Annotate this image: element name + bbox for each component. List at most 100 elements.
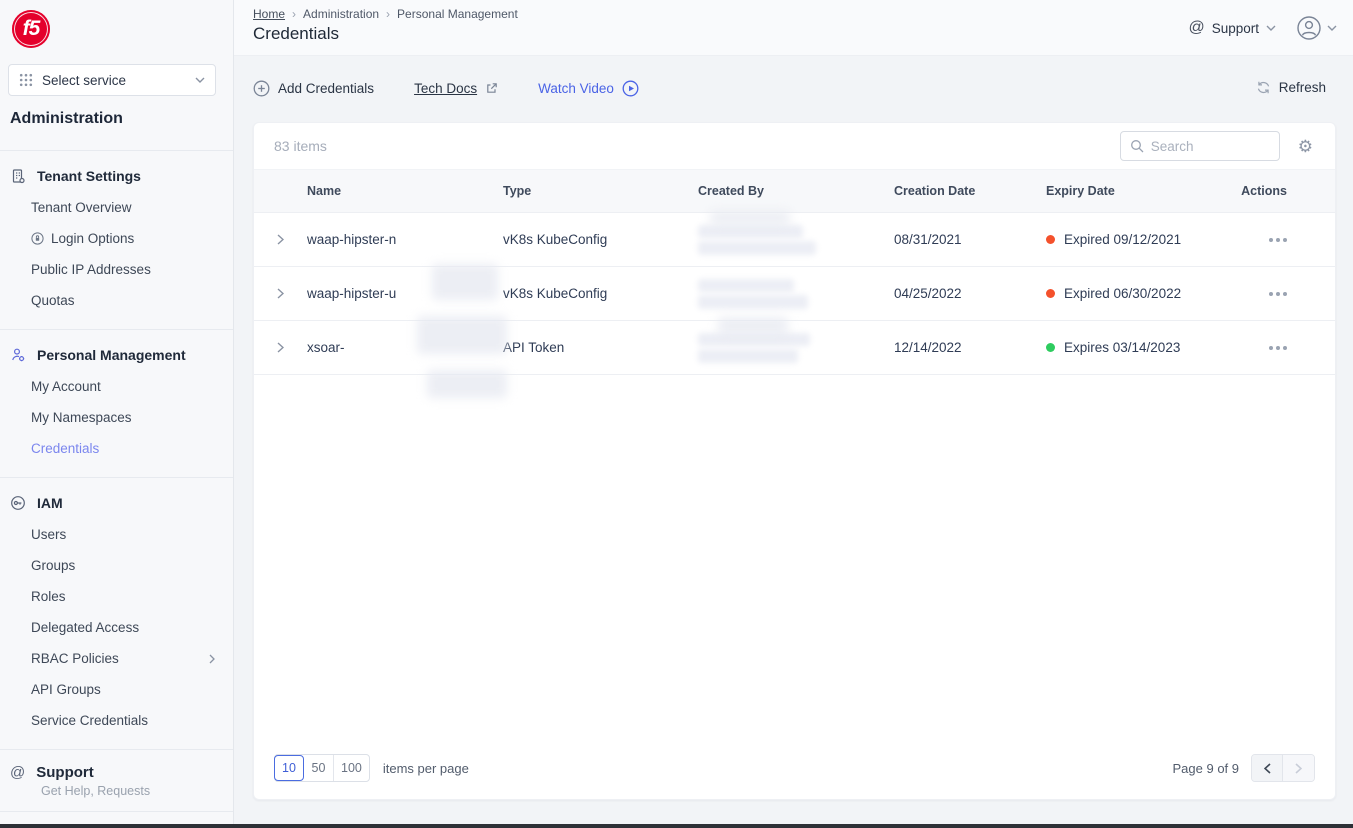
row-expand-chevron-icon[interactable] — [254, 342, 307, 353]
column-header-creation-date[interactable]: Creation Date — [894, 184, 1046, 198]
sidebar-item-rbac-policies[interactable]: RBAC Policies — [0, 643, 233, 674]
page-size-100-button[interactable]: 100 — [334, 755, 369, 781]
table-row: waap-hipster-u vK8s KubeConfig 04/25/202… — [254, 267, 1335, 354]
chevron-down-icon — [195, 77, 205, 83]
row-actions-ellipsis-icon[interactable] — [1267, 288, 1289, 300]
search-icon — [1130, 139, 1144, 153]
expiry-cell: Expires 03/14/2023 — [1046, 340, 1192, 355]
sidebar-support[interactable]: @ Support Get Help, Requests — [0, 749, 233, 812]
external-link-icon — [485, 82, 498, 95]
sidebar-item-label: Tenant Overview — [31, 200, 132, 215]
sidebar-heading-iam[interactable]: IAM — [0, 491, 233, 519]
sidebar-item-credentials[interactable]: Credentials — [0, 433, 233, 464]
table-row: xsoar- API Token 12/14/2022 Expires 03/1… — [254, 321, 1335, 398]
support-menu[interactable]: @ Support — [1188, 20, 1276, 36]
panel-toolbar: 83 items ⚙ — [254, 123, 1335, 169]
sidebar-section-personal-management: Personal Management My Account My Namesp… — [0, 329, 233, 477]
redacted-overlay — [710, 210, 790, 225]
chevron-down-icon — [1327, 25, 1337, 31]
sidebar-item-label: Credentials — [31, 441, 100, 456]
top-header: Home › Administration › Personal Managem… — [234, 0, 1353, 56]
support-menu-label: Support — [1211, 20, 1259, 36]
gear-icon[interactable]: ⚙ — [1298, 138, 1313, 155]
sidebar-item-tenant-overview[interactable]: Tenant Overview — [0, 192, 233, 223]
credential-type: API Token — [503, 340, 565, 355]
sidebar-item-label: My Account — [31, 379, 101, 394]
credential-name: waap-hipster-n — [307, 232, 397, 247]
row-actions-ellipsis-icon[interactable] — [1267, 342, 1289, 354]
service-selector[interactable]: Select service — [8, 64, 216, 96]
redacted-created-by — [698, 294, 808, 309]
redacted-created-by — [698, 240, 816, 255]
add-credentials-label: Add Credentials — [278, 81, 375, 96]
sidebar-item-service-credentials[interactable]: Service Credentials — [0, 705, 233, 736]
breadcrumb-home-link[interactable]: Home — [253, 7, 285, 21]
search-input[interactable] — [1150, 138, 1261, 154]
created-by-cell — [698, 210, 894, 255]
credential-name: xsoar- — [307, 340, 345, 355]
sidebar-item-roles[interactable]: Roles — [0, 581, 233, 612]
creation-date: 12/14/2022 — [894, 340, 962, 355]
expiry-cell: Expired 06/30/2022 — [1046, 286, 1192, 301]
page-size-50-button[interactable]: 50 — [304, 755, 334, 781]
pager — [1251, 754, 1315, 782]
sidebar-item-label: Public IP Addresses — [31, 262, 151, 277]
actions-cell — [1192, 234, 1335, 246]
sidebar-item-label: Login Options — [51, 231, 135, 246]
expiry-text: Expires 03/14/2023 — [1064, 340, 1181, 355]
column-header-expiry-date[interactable]: Expiry Date — [1046, 184, 1192, 198]
sidebar-item-label: RBAC Policies — [31, 651, 119, 666]
sidebar-item-my-account[interactable]: My Account — [0, 371, 233, 402]
next-page-button[interactable] — [1283, 755, 1314, 781]
sidebar-item-groups[interactable]: Groups — [0, 550, 233, 581]
creation-date: 04/25/2022 — [894, 286, 962, 301]
add-credentials-button[interactable]: Add Credentials — [253, 80, 374, 97]
sidebar-heading-label: Tenant Settings — [37, 168, 141, 184]
sidebar: f5 Select service Administration Tenant … — [0, 0, 234, 828]
row-expand-chevron-icon[interactable] — [254, 234, 307, 245]
sidebar-item-delegated-access[interactable]: Delegated Access — [0, 612, 233, 643]
page-title: Credentials — [253, 24, 339, 43]
account-menu[interactable] — [1296, 15, 1337, 41]
creation-date: 08/31/2021 — [894, 232, 962, 247]
sidebar-item-label: Roles — [31, 589, 66, 604]
sidebar-item-my-namespaces[interactable]: My Namespaces — [0, 402, 233, 433]
column-header-created-by[interactable]: Created By — [698, 184, 894, 198]
tech-docs-link[interactable]: Tech Docs — [414, 81, 498, 96]
page-size-group: 10 50 100 — [274, 754, 370, 782]
watch-video-label: Watch Video — [538, 81, 614, 96]
sidebar-item-label: Users — [31, 527, 67, 542]
sidebar-item-label: Groups — [31, 558, 76, 573]
sidebar-heading-label: Personal Management — [37, 347, 186, 363]
sidebar-heading-personal-management[interactable]: Personal Management — [0, 343, 233, 371]
page-size-10-button[interactable]: 10 — [274, 755, 304, 781]
column-header-name[interactable]: Name — [307, 184, 503, 198]
sidebar-item-public-ip-addresses[interactable]: Public IP Addresses — [0, 254, 233, 285]
credential-name-cell: xsoar- — [307, 340, 507, 398]
column-header-type[interactable]: Type — [503, 184, 698, 198]
tech-docs-label: Tech Docs — [414, 81, 478, 96]
table-row: waap-hipster-n vK8s KubeConfig 08/31/202… — [254, 210, 1335, 300]
previous-page-button[interactable] — [1252, 755, 1283, 781]
row-expand-chevron-icon[interactable] — [254, 288, 307, 299]
row-actions-ellipsis-icon[interactable] — [1267, 234, 1289, 246]
watch-video-link[interactable]: Watch Video — [538, 80, 639, 97]
items-count: 83 items — [274, 138, 327, 154]
plus-circle-icon — [253, 80, 270, 97]
sidebar-item-users[interactable]: Users — [0, 519, 233, 550]
redacted-created-by — [698, 224, 803, 238]
sidebar-heading-tenant-settings[interactable]: Tenant Settings — [0, 164, 233, 192]
redacted-overlay — [427, 370, 507, 398]
expiry-text: Expired 09/12/2021 — [1064, 232, 1182, 247]
sidebar-item-login-options[interactable]: Login Options — [0, 223, 233, 254]
expiry-text: Expired 06/30/2022 — [1064, 286, 1182, 301]
f5-logo[interactable]: f5 — [12, 10, 50, 48]
sidebar-item-quotas[interactable]: Quotas — [0, 285, 233, 316]
refresh-button[interactable]: Refresh — [1256, 80, 1326, 95]
grid-icon — [19, 73, 33, 87]
credential-name: waap-hipster-u — [307, 286, 397, 301]
table-header: Name Type Created By Creation Date Expir… — [254, 169, 1335, 213]
sidebar-item-label: API Groups — [31, 682, 101, 697]
breadcrumb-personal-management: Personal Management — [397, 7, 518, 21]
sidebar-item-api-groups[interactable]: API Groups — [0, 674, 233, 705]
